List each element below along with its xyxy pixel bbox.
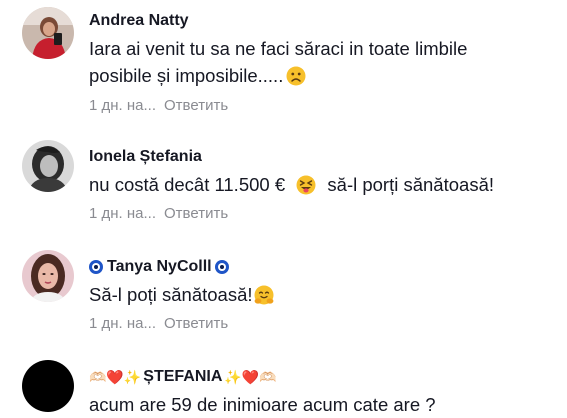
- reply-button[interactable]: Ответить: [164, 315, 228, 332]
- comment-item: 🫶🏻❤️✨ ȘTEFANIA ✨❤️🫶🏻 acum are 59 de inim…: [0, 360, 567, 418]
- avatar[interactable]: [22, 250, 74, 302]
- comment-time: 1 дн. на...: [89, 315, 157, 332]
- comment-meta: 1 дн. на... Ответить: [89, 315, 228, 332]
- comment-author[interactable]: Andrea Natty: [89, 12, 189, 30]
- author-decoration: 🫶🏻❤️✨: [89, 368, 142, 385]
- comment-text-part: acum are 59 de inimioare acum cate are ?: [89, 394, 436, 415]
- comment-author[interactable]: Tanya NyColll: [89, 258, 229, 276]
- squinting-tongue-face-icon: [296, 175, 316, 195]
- author-name: Tanya NyColll: [107, 258, 212, 275]
- comment-text: acum are 59 de inimioare acum cate are ?: [89, 391, 549, 418]
- comment-meta: 1 дн. на... Ответить: [89, 97, 228, 114]
- comment-meta: 1 дн. на... Ответить: [89, 205, 228, 222]
- avatar[interactable]: [22, 140, 74, 192]
- comment-author[interactable]: 🫶🏻❤️✨ ȘTEFANIA ✨❤️🫶🏻: [89, 368, 279, 386]
- comment-time: 1 дн. на...: [89, 205, 157, 222]
- comment-author[interactable]: Ionela Ștefania: [89, 148, 202, 166]
- reply-button[interactable]: Ответить: [164, 97, 228, 114]
- author-name: ȘTEFANIA: [143, 368, 223, 385]
- author-name: Andrea Natty: [89, 12, 189, 29]
- nazar-amulet-icon: [89, 260, 103, 274]
- hugging-face-icon: [254, 285, 274, 305]
- nazar-amulet-icon: [214, 260, 229, 274]
- comment-text: nu costă decât 11.500 € să-l porți sănăt…: [89, 171, 549, 198]
- avatar-image: [22, 7, 74, 59]
- comment-text-part: să-l porți sănătoasă!: [327, 174, 494, 195]
- comment-text-line: Iara ai venit tu sa ne faci săraci in to…: [89, 38, 468, 59]
- comment-item: Ionela Ștefania nu costă decât 11.500 € …: [0, 140, 567, 230]
- comment-item: Andrea Natty Iara ai venit tu sa ne faci…: [0, 0, 567, 118]
- comment-text-part: nu costă decât 11.500 €: [89, 174, 286, 195]
- reply-button[interactable]: Ответить: [164, 205, 228, 222]
- avatar-image: [22, 140, 74, 192]
- avatar[interactable]: [22, 360, 74, 412]
- avatar[interactable]: [22, 7, 74, 59]
- author-name: Ionela Ștefania: [89, 148, 202, 165]
- author-decoration: ✨❤️🫶🏻: [224, 368, 277, 385]
- comment-item: Tanya NyColll Să-l poți sănătoasă! 1 дн.…: [0, 250, 567, 340]
- comment-text: Să-l poți sănătoasă!: [89, 281, 549, 308]
- comment-text-part: Să-l poți sănătoasă!: [89, 284, 253, 305]
- comment-time: 1 дн. на...: [89, 97, 157, 114]
- comment-text: Iara ai venit tu sa ne faci săraci in to…: [89, 35, 549, 89]
- comment-text-line: posibile și imposibile.....: [89, 65, 284, 86]
- frowning-face-icon: [286, 66, 306, 86]
- avatar-image: [22, 250, 74, 302]
